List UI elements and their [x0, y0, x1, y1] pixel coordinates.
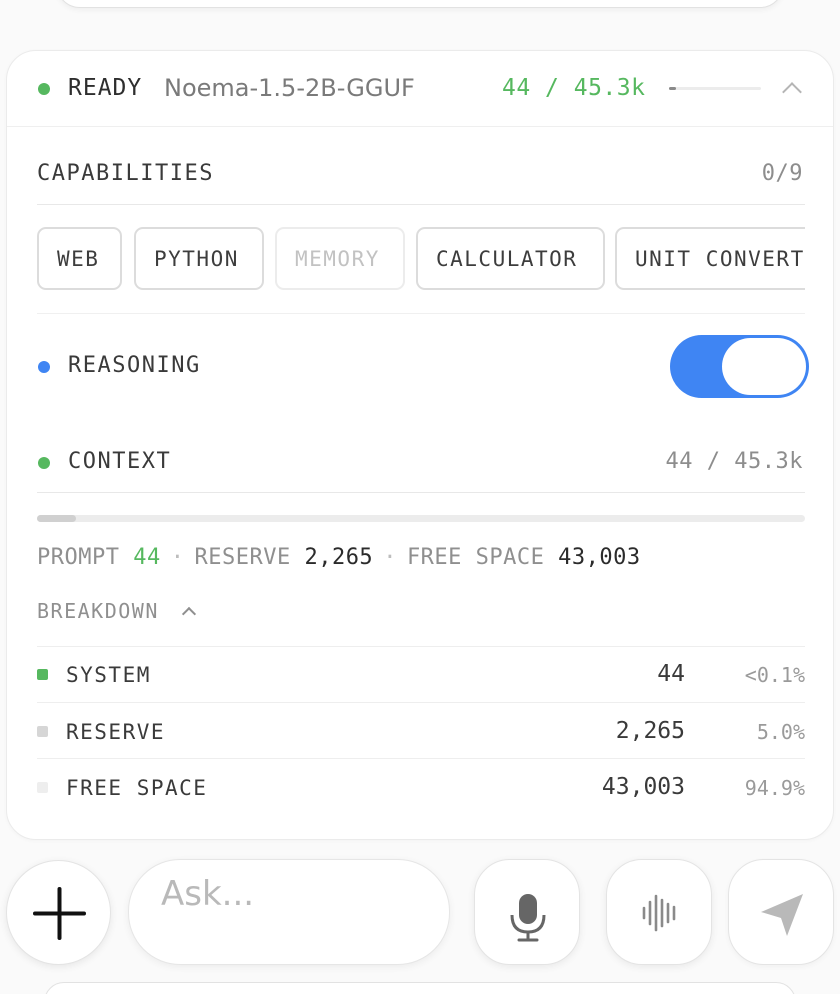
- chevron-up-icon[interactable]: [782, 82, 802, 102]
- chip-unit-converter[interactable]: UNIT CONVERTER: [615, 227, 805, 290]
- free-space-label: FREE SPACE: [406, 545, 545, 570]
- breakdown-row: FREE SPACE 43,003 94.9%: [37, 760, 805, 816]
- previous-card: [56, 0, 784, 8]
- reserve-value: 2,265: [304, 545, 374, 570]
- chip-memory[interactable]: MEMORY: [275, 227, 405, 290]
- capabilities-title: CAPABILITIES: [37, 161, 214, 186]
- breakdown-row-value: 2,265: [615, 718, 685, 744]
- reserve-label: RESERVE: [194, 545, 291, 570]
- toggle-knob: [722, 338, 806, 395]
- capabilities-count: 0/9: [761, 161, 803, 186]
- status-label: READY: [68, 75, 143, 101]
- breakdown-row-value: 43,003: [601, 774, 685, 800]
- separator: ·: [170, 545, 185, 570]
- ask-input[interactable]: [128, 859, 450, 965]
- context-label: CONTEXT: [68, 449, 172, 474]
- free-space-value: 43,003: [558, 545, 641, 570]
- context-progress-bar: [37, 515, 805, 522]
- breakdown-row-label: SYSTEM: [66, 663, 151, 687]
- breakdown-label: BREAKDOWN: [37, 599, 159, 623]
- separator: ·: [383, 545, 397, 570]
- free-space-swatch: [37, 782, 48, 793]
- chip-calculator[interactable]: CALCULATOR: [416, 227, 605, 290]
- breakdown-row: RESERVE 2,265 5.0%: [37, 704, 805, 760]
- breakdown-row-percent: 94.9%: [744, 776, 805, 800]
- chip-python[interactable]: PYTHON: [134, 227, 264, 290]
- breakdown-row: SYSTEM 44 <0.1%: [37, 647, 805, 703]
- header-usage-bar: [669, 87, 761, 90]
- chip-web[interactable]: WEB: [37, 227, 122, 290]
- reasoning-label: REASONING: [68, 353, 201, 378]
- breakdown-toggle[interactable]: BREAKDOWN: [37, 597, 197, 625]
- model-name: Noema-1.5-2B-GGUF: [164, 74, 415, 102]
- divider: [37, 492, 805, 493]
- divider: [37, 313, 805, 314]
- breakdown-row-label: FREE SPACE: [66, 776, 208, 800]
- waveform-icon: [642, 894, 676, 932]
- system-swatch: [37, 669, 48, 680]
- capability-chips: WEB PYTHON MEMORY CALCULATOR UNIT CONVER…: [37, 227, 805, 293]
- add-button[interactable]: [6, 860, 111, 965]
- breakdown-row-value: 44: [657, 661, 685, 687]
- model-status-panel: READY Noema-1.5-2B-GGUF 44 / 45.3k CAPAB…: [6, 50, 834, 840]
- context-progress-fill: [37, 515, 77, 522]
- breakdown-row-label: RESERVE: [66, 720, 166, 744]
- microphone-button[interactable]: [474, 859, 580, 965]
- next-card: [44, 982, 796, 994]
- breakdown-row-percent: 5.0%: [756, 720, 805, 744]
- panel-header[interactable]: READY Noema-1.5-2B-GGUF 44 / 45.3k: [7, 51, 833, 127]
- divider: [37, 702, 805, 703]
- divider: [37, 204, 805, 205]
- prompt-value: 44: [133, 545, 161, 570]
- divider: [37, 758, 805, 759]
- send-icon: [761, 894, 803, 936]
- reserve-swatch: [37, 726, 48, 737]
- microphone-icon: [510, 894, 546, 942]
- chevron-up-icon: [182, 606, 197, 622]
- context-summary: PROMPT 44 · RESERVE 2,265 · FREE SPACE 43,00…: [37, 543, 641, 573]
- ready-status-dot: [38, 83, 50, 95]
- breakdown-row-percent: <0.1%: [744, 663, 805, 687]
- prompt-label: PROMPT: [37, 545, 120, 570]
- reasoning-dot: [38, 361, 50, 373]
- plus-icon: [33, 887, 86, 940]
- reasoning-toggle[interactable]: [670, 335, 809, 398]
- context-dot: [38, 457, 50, 469]
- header-context-usage: 44 / 45.3k: [502, 75, 646, 101]
- voice-mode-button[interactable]: [606, 859, 712, 965]
- header-usage-bar-fill: [669, 87, 677, 90]
- send-button[interactable]: [728, 859, 834, 965]
- context-usage: 44 / 45.3k: [665, 449, 803, 474]
